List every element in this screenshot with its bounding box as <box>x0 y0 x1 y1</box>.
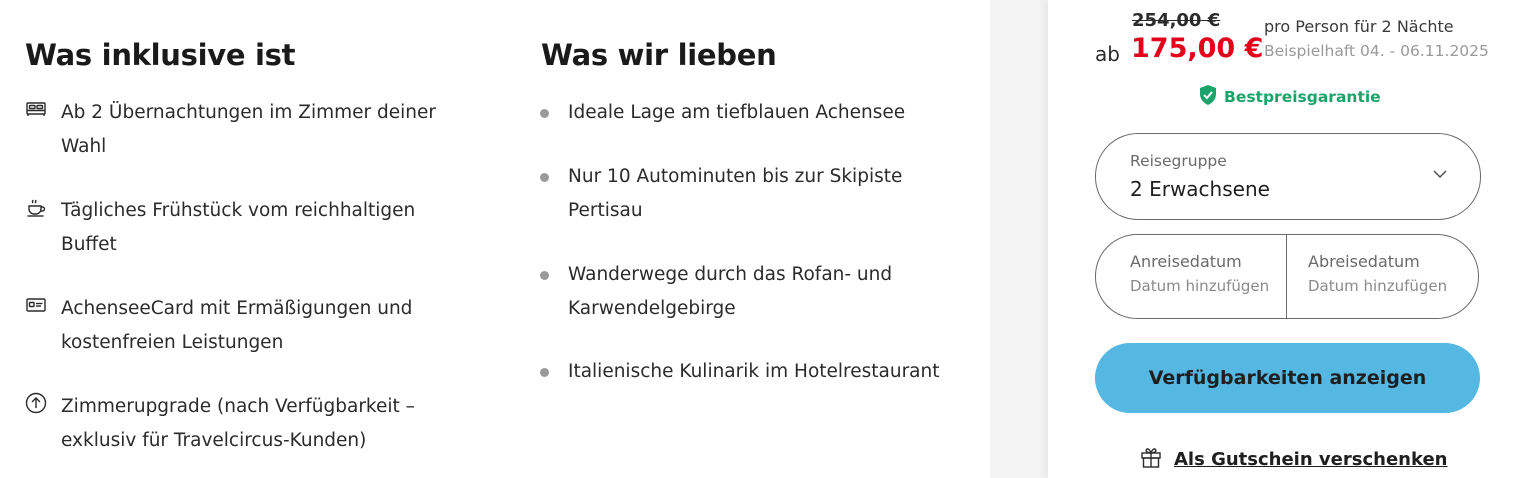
travel-group-value: 2 Erwachsene <box>1130 177 1270 201</box>
bullet-icon <box>540 271 549 280</box>
original-price: 254,00 € <box>1132 10 1221 31</box>
highlights-title: Was wir lieben <box>541 38 777 72</box>
inclusion-text: Zimmerupgrade (nach Verfügbarkeit – exkl… <box>61 396 415 451</box>
departure-date-placeholder: Datum hinzufügen <box>1308 277 1448 295</box>
arrival-date-label: Anreisedatum <box>1130 252 1242 271</box>
highlight-text: Ideale Lage am tiefblauen Achensee <box>568 102 906 123</box>
gift-icon <box>1140 445 1162 473</box>
best-price-guarantee: Bestpreisgarantie <box>1198 84 1381 110</box>
highlight-text: Italienische Kulinarik im Hotelrestauran… <box>568 361 940 382</box>
bed-icon <box>25 98 47 120</box>
departure-date-field[interactable]: Abreisedatum Datum hinzufügen <box>1287 235 1478 318</box>
arrival-date-field[interactable]: Anreisedatum Datum hinzufügen <box>1096 235 1286 318</box>
chevron-down-icon <box>1432 166 1448 182</box>
inclusion-text: Ab 2 Übernachtungen im Zimmer deiner Wah… <box>61 102 437 157</box>
travel-group-label: Reisegruppe <box>1130 152 1227 170</box>
price-prefix: ab <box>1095 42 1120 66</box>
gift-voucher-label: Als Gutschein verschenken <box>1174 448 1448 470</box>
current-price: 175,00 € <box>1131 33 1264 64</box>
show-availability-button[interactable]: Verfügbarkeiten anzeigen <box>1095 343 1480 413</box>
travel-group-select[interactable]: Reisegruppe 2 Erwachsene <box>1095 133 1481 220</box>
bullet-icon <box>540 368 549 377</box>
bullet-icon <box>540 173 549 182</box>
card-icon <box>25 294 47 316</box>
arrival-date-placeholder: Datum hinzufügen <box>1130 277 1270 295</box>
gift-voucher-link[interactable]: Als Gutschein verschenken <box>1140 445 1447 473</box>
inclusions-title: Was inklusive ist <box>25 38 296 72</box>
inclusion-text: Tägliches Frühstück vom reichhaltigen Bu… <box>61 200 416 255</box>
coffee-cup-icon <box>25 196 47 218</box>
date-range-picker: Anreisedatum Datum hinzufügen Abreisedat… <box>1095 234 1479 319</box>
arrow-up-circle-icon <box>25 392 47 414</box>
inclusion-text: AchenseeCard mit Ermäßigungen und kosten… <box>61 298 413 353</box>
bullet-icon <box>540 109 549 118</box>
shield-check-icon <box>1198 84 1218 110</box>
example-dates: Beispielhaft 04. - 06.11.2025 <box>1264 42 1489 60</box>
highlight-text: Nur 10 Autominuten bis zur Skipiste Pert… <box>568 166 903 221</box>
departure-date-label: Abreisedatum <box>1308 252 1420 271</box>
price-unit: pro Person für 2 Nächte <box>1264 17 1454 36</box>
guarantee-label: Bestpreisgarantie <box>1224 88 1381 106</box>
highlight-text: Wanderwege durch das Rofan- und Karwende… <box>568 264 893 319</box>
